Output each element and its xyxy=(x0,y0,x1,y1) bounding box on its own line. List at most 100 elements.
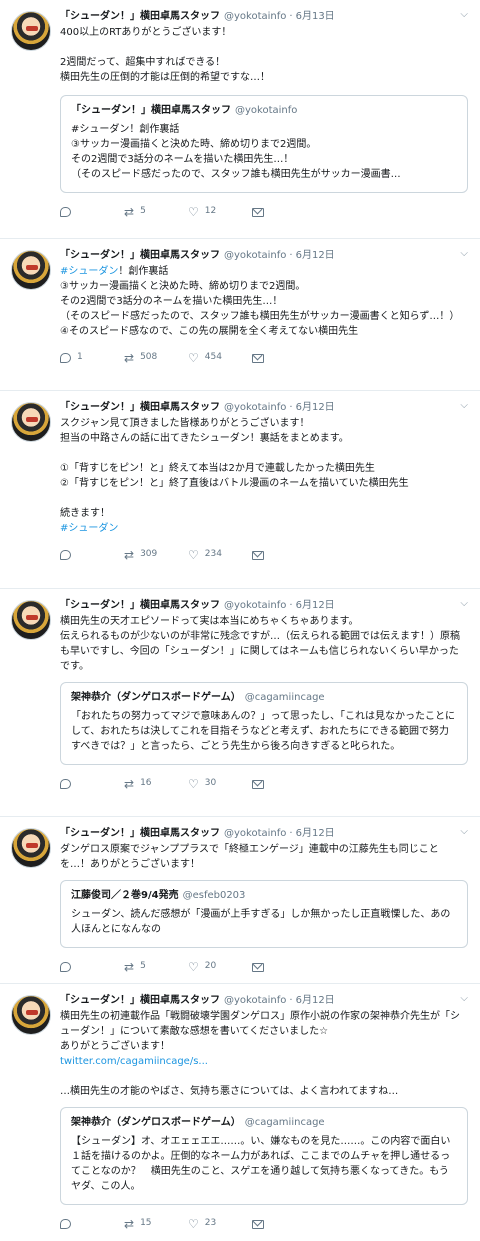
author-name[interactable]: 「シューダン！」横田卓馬スタッフ xyxy=(60,599,220,614)
like-count: 20 xyxy=(204,961,217,972)
timestamp[interactable]: 6月12日 xyxy=(296,401,335,416)
dm-button[interactable] xyxy=(252,1219,316,1229)
like-button[interactable]: ♡ 12 xyxy=(188,205,252,218)
heart-icon: ♡ xyxy=(188,776,199,791)
envelope-icon xyxy=(252,962,264,972)
reply-button[interactable] xyxy=(60,207,124,217)
like-button[interactable]: ♡ 454 xyxy=(188,351,252,364)
tweet-header: 「シューダン！」横田卓馬スタッフ @yokotainfo · 6月12日 xyxy=(60,249,468,264)
like-button[interactable]: ♡ 234 xyxy=(188,548,252,561)
tweet[interactable]: ⌵ 「シューダン！」横田卓馬スタッフ @yokotainfo · 6月12日 ス… xyxy=(0,391,480,589)
retweet-button[interactable]: ⇄ 15 xyxy=(124,1217,188,1230)
reply-icon xyxy=(60,779,71,789)
quoted-author-name: 江藤俊司／２巻9/4発売 xyxy=(71,890,179,901)
retweet-count: 508 xyxy=(140,352,158,363)
author-name[interactable]: 「シューダン！」横田卓馬スタッフ xyxy=(60,401,220,416)
quoted-tweet[interactable]: 「シューダン！」横田卓馬スタッフ @yokotainfo #シューダン！創作裏話… xyxy=(60,95,468,193)
separator-dot: · xyxy=(289,828,293,839)
hashtag-link[interactable]: #シューダン xyxy=(60,266,118,277)
dm-button[interactable] xyxy=(252,550,316,560)
author-name[interactable]: 「シューダン！」横田卓馬スタッフ xyxy=(60,827,220,842)
avatar[interactable] xyxy=(11,402,51,442)
like-button[interactable]: ♡ 23 xyxy=(188,1217,252,1230)
quoted-author-name: 「シューダン！」横田卓馬スタッフ xyxy=(71,105,231,116)
timestamp[interactable]: 6月12日 xyxy=(296,249,335,264)
retweet-button[interactable]: ⇄ 16 xyxy=(124,777,188,790)
dm-button[interactable] xyxy=(252,779,316,789)
retweet-icon: ⇄ xyxy=(124,350,135,365)
avatar[interactable] xyxy=(11,11,51,51)
timestamp[interactable]: 6月13日 xyxy=(296,10,335,25)
tweet-text-continued: …横田先生の才能のやばさ、気持ち悪さについては、よく言われてますね… xyxy=(60,1086,399,1097)
tweet[interactable]: ⌵ 「シューダン！」横田卓馬スタッフ @yokotainfo · 6月12日 横… xyxy=(0,984,480,1241)
reply-icon xyxy=(60,207,71,217)
author-name[interactable]: 「シューダン！」横田卓馬スタッフ xyxy=(60,249,220,264)
quoted-tweet[interactable]: 江藤俊司／２巻9/4発売 @esfeb0203 シューダン、読んだ感想が「漫画が… xyxy=(60,880,468,948)
tweet-header: 「シューダン！」横田卓馬スタッフ @yokotainfo · 6月12日 xyxy=(60,599,468,614)
tweet[interactable]: ⌵ 「シューダン！」横田卓馬スタッフ @yokotainfo · 6月12日 #… xyxy=(0,239,480,391)
avatar[interactable] xyxy=(11,600,51,640)
dm-button[interactable] xyxy=(252,962,316,972)
avatar[interactable] xyxy=(11,995,51,1035)
timestamp[interactable]: 6月12日 xyxy=(296,827,335,842)
tweet-text-body: ！創作裏話 ③サッカー漫画描くと決めた時、締め切りまで2週間。 その2週間で3話… xyxy=(60,266,460,337)
retweet-count: 309 xyxy=(140,549,158,560)
quoted-author-name: 架神恭介（ダンゲロスボードゲーム） xyxy=(71,692,241,703)
retweet-button[interactable]: ⇄ 309 xyxy=(124,548,188,561)
heart-icon: ♡ xyxy=(188,350,199,365)
reply-button[interactable] xyxy=(60,1219,124,1229)
reply-button[interactable] xyxy=(60,550,124,560)
author-handle[interactable]: @yokotainfo xyxy=(224,401,286,416)
tweet[interactable]: ⌵ 「シューダン！」横田卓馬スタッフ @yokotainfo · 6月13日 4… xyxy=(0,0,480,239)
dm-button[interactable] xyxy=(252,207,316,217)
dm-button[interactable] xyxy=(252,353,316,363)
author-handle[interactable]: @yokotainfo xyxy=(224,249,286,264)
tweet-header: 「シューダン！」横田卓馬スタッフ @yokotainfo · 6月13日 xyxy=(60,10,468,25)
like-count: 12 xyxy=(204,206,217,217)
reply-button[interactable]: 1 xyxy=(60,351,124,364)
avatar[interactable] xyxy=(11,828,51,868)
author-name[interactable]: 「シューダン！」横田卓馬スタッフ xyxy=(60,994,220,1009)
quoted-text: シューダン、読んだ感想が「漫画が上手すぎる」しか無かったし正直戦慄した、あの人ほ… xyxy=(71,909,451,935)
quoted-tweet[interactable]: 架神恭介（ダンゲロスボードゲーム） @cagamiincage 【シューダン】オ… xyxy=(60,1107,468,1205)
quoted-tweet[interactable]: 架神恭介（ダンゲロスボードゲーム） @cagamiincage 「おれたちの努力… xyxy=(60,682,468,765)
retweet-button[interactable]: ⇄ 5 xyxy=(124,960,188,973)
hashtag-link[interactable]: #シューダン xyxy=(60,523,118,534)
reply-button[interactable] xyxy=(60,779,124,789)
chevron-down-icon[interactable]: ⌵ xyxy=(460,825,468,840)
retweet-icon: ⇄ xyxy=(124,547,135,562)
like-button[interactable]: ♡ 20 xyxy=(188,960,252,973)
avatar[interactable] xyxy=(11,250,51,290)
separator-dot: · xyxy=(289,600,293,611)
reply-button[interactable] xyxy=(60,962,124,972)
reply-count: 1 xyxy=(77,352,83,363)
like-button[interactable]: ♡ 30 xyxy=(188,777,252,790)
tweet-actions: ⇄ 5 ♡ 12 xyxy=(60,199,468,225)
chevron-down-icon[interactable]: ⌵ xyxy=(460,399,468,414)
tweet[interactable]: ⌵ 「シューダン！」横田卓馬スタッフ @yokotainfo · 6月12日 横… xyxy=(0,589,480,817)
author-handle[interactable]: @yokotainfo xyxy=(224,827,286,842)
author-handle[interactable]: @yokotainfo xyxy=(224,10,286,25)
envelope-icon xyxy=(252,207,264,217)
tweet[interactable]: ⌵ 「シューダン！」横田卓馬スタッフ @yokotainfo · 6月12日 ダ… xyxy=(0,817,480,984)
quoted-author-name: 架神恭介（ダンゲロスボードゲーム） xyxy=(71,1117,241,1128)
author-handle[interactable]: @yokotainfo xyxy=(224,994,286,1009)
chevron-down-icon[interactable]: ⌵ xyxy=(460,8,468,23)
url-link[interactable]: twitter.com/cagamiincage/s... xyxy=(60,1054,468,1069)
retweet-button[interactable]: ⇄ 5 xyxy=(124,205,188,218)
retweet-icon: ⇄ xyxy=(124,959,135,974)
quoted-author-handle: @yokotainfo xyxy=(235,105,298,116)
chevron-down-icon[interactable]: ⌵ xyxy=(460,992,468,1007)
chevron-down-icon[interactable]: ⌵ xyxy=(460,247,468,262)
author-name[interactable]: 「シューダン！」横田卓馬スタッフ xyxy=(60,10,220,25)
tweet-header: 「シューダン！」横田卓馬スタッフ @yokotainfo · 6月12日 xyxy=(60,827,468,842)
reply-icon xyxy=(60,550,71,560)
author-handle[interactable]: @yokotainfo xyxy=(224,599,286,614)
timestamp[interactable]: 6月12日 xyxy=(296,599,335,614)
chevron-down-icon[interactable]: ⌵ xyxy=(460,597,468,612)
tweet-actions: ⇄ 15 ♡ 23 xyxy=(60,1211,468,1237)
timestamp[interactable]: 6月12日 xyxy=(296,994,335,1009)
tweet-actions: ⇄ 16 ♡ 30 xyxy=(60,771,468,797)
reply-icon xyxy=(60,352,71,363)
retweet-button[interactable]: ⇄ 508 xyxy=(124,351,188,364)
